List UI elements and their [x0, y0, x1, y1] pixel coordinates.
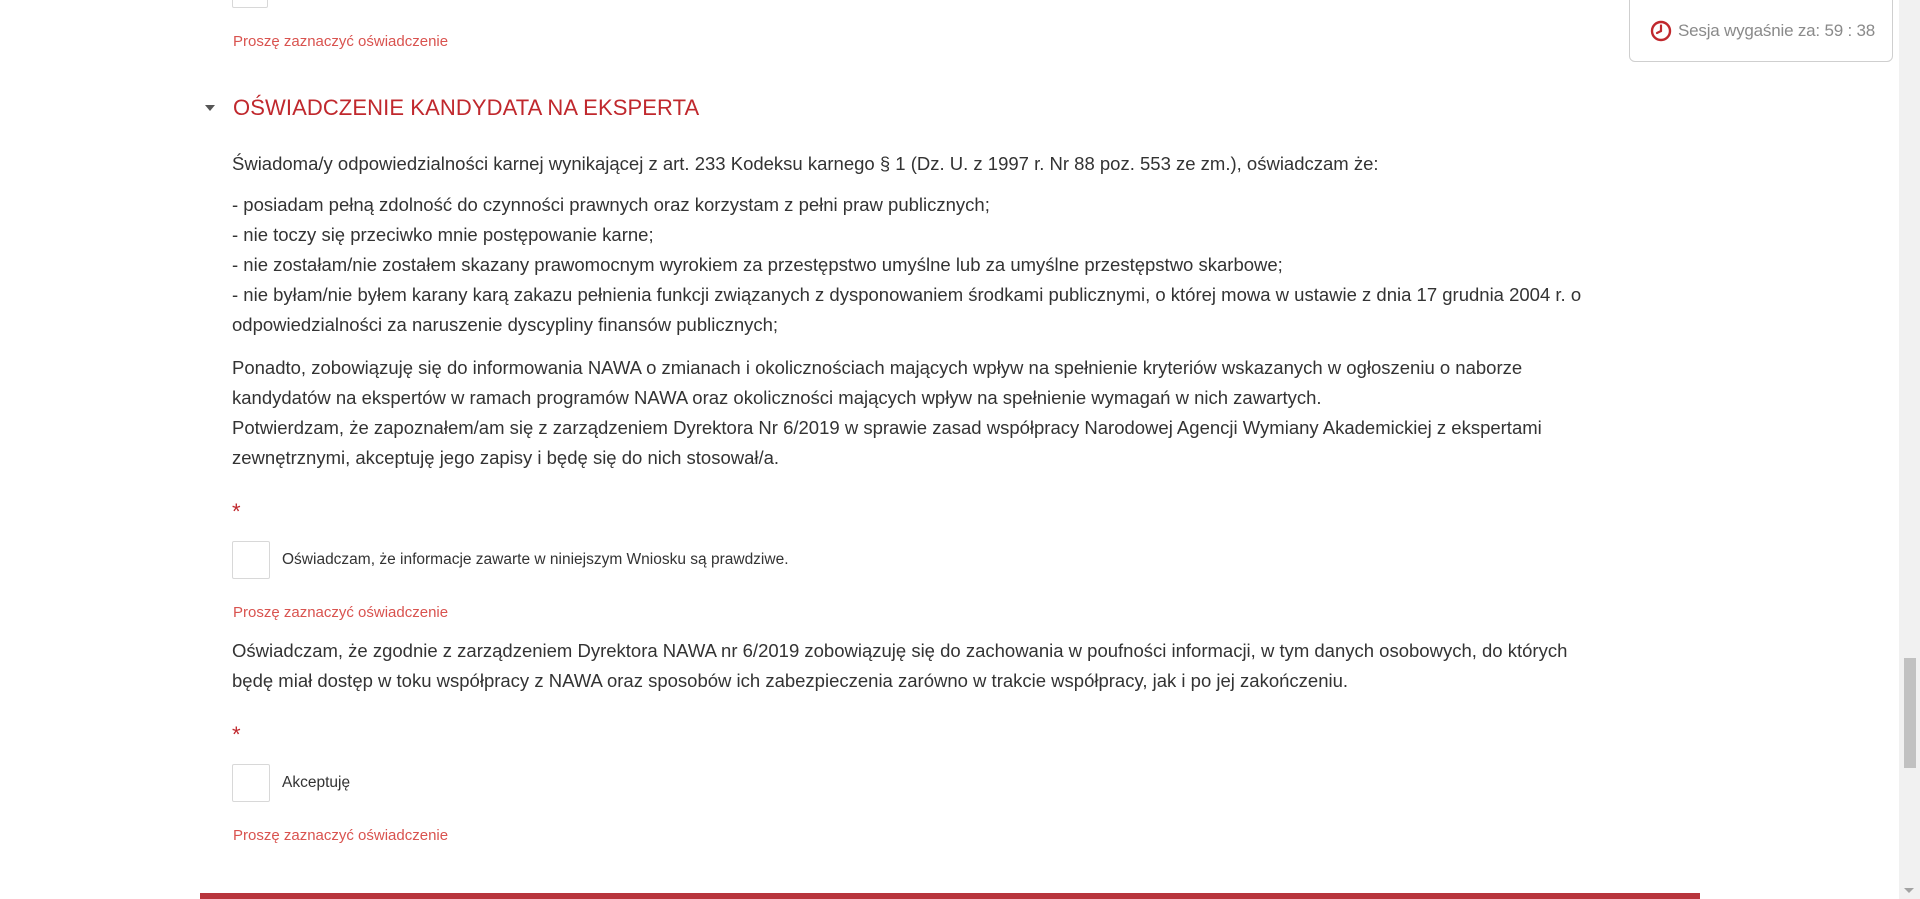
confidentiality-paragraph: Oświadczam, że zgodnie z zarządzeniem Dy…: [232, 636, 1672, 696]
accept-checkbox-label[interactable]: Akceptuję: [282, 774, 350, 792]
page-scrollbar[interactable]: [1899, 0, 1920, 899]
section-title: OŚWIADCZENIE KANDYDATA NA EKSPERTA: [233, 95, 700, 120]
list-item: - nie toczy się przeciwko mnie postępowa…: [232, 224, 654, 245]
accept-checkbox-row[interactable]: Akceptuję: [232, 764, 350, 802]
session-timer-text: Sesja wygaśnie za: 59 : 38: [1678, 21, 1876, 40]
section-header-expert-declaration[interactable]: OŚWIADCZENIE KANDYDATA NA EKSPERTA: [204, 94, 699, 122]
page: Proszę zaznaczyć oświadczenie OŚWIADCZEN…: [0, 0, 1920, 899]
accept-checkbox[interactable]: [232, 764, 270, 802]
truthfulness-checkbox-row[interactable]: Oświadczam, że informacje zawarte w nini…: [232, 541, 789, 579]
confidentiality-line: Oświadczam, że zgodnie z zarządzeniem Dy…: [232, 640, 1568, 661]
session-timer: Sesja wygaśnie za: 59 : 38: [1629, 0, 1893, 62]
confidentiality-line: będę miał dostęp w toku współpracy z NAW…: [232, 670, 1349, 691]
bottom-bar: [200, 893, 1700, 899]
commitment-line: zewnętrznymi, akceptuję jego zapisy i bę…: [232, 447, 780, 468]
list-item: - nie byłam/nie byłem karany karą zakazu…: [232, 284, 1582, 305]
commitment-line: kandydatów na ekspertów w ramach program…: [232, 387, 1322, 408]
previous-error-message: Proszę zaznaczyć oświadczenie: [233, 33, 449, 50]
intro-paragraph: Świadoma/y odpowiedzialności karnej wyni…: [232, 149, 1672, 179]
required-asterisk: *: [232, 722, 241, 747]
declaration-list: - posiadam pełną zdolność do czynności p…: [232, 190, 1672, 340]
truthfulness-checkbox-label[interactable]: Oświadczam, że informacje zawarte w nini…: [282, 551, 789, 569]
intro-text: Świadoma/y odpowiedzialności karnej wyni…: [232, 153, 1379, 174]
required-asterisk: *: [232, 499, 241, 524]
clock-icon: [1650, 20, 1672, 42]
scrollbar-thumb[interactable]: [1904, 658, 1916, 768]
previous-checkbox[interactable]: [232, 0, 268, 8]
scroll-down-arrow-icon[interactable]: [1904, 888, 1914, 893]
list-item: - nie zostałam/nie zostałem skazany praw…: [232, 254, 1283, 275]
accept-error-message: Proszę zaznaczyć oświadczenie: [233, 827, 449, 844]
truthfulness-error-message: Proszę zaznaczyć oświadczenie: [233, 604, 449, 621]
commitment-line: Ponadto, zobowiązuję się do informowania…: [232, 357, 1523, 378]
commitment-line: Potwierdzam, że zapoznałem/am się z zarz…: [232, 417, 1542, 438]
list-item: odpowiedzialności za naruszenie dyscypli…: [232, 314, 779, 335]
caret-down-icon[interactable]: [205, 105, 215, 111]
truthfulness-checkbox[interactable]: [232, 541, 270, 579]
list-item: - posiadam pełną zdolność do czynności p…: [232, 194, 990, 215]
commitment-paragraph: Ponadto, zobowiązuję się do informowania…: [232, 353, 1672, 473]
